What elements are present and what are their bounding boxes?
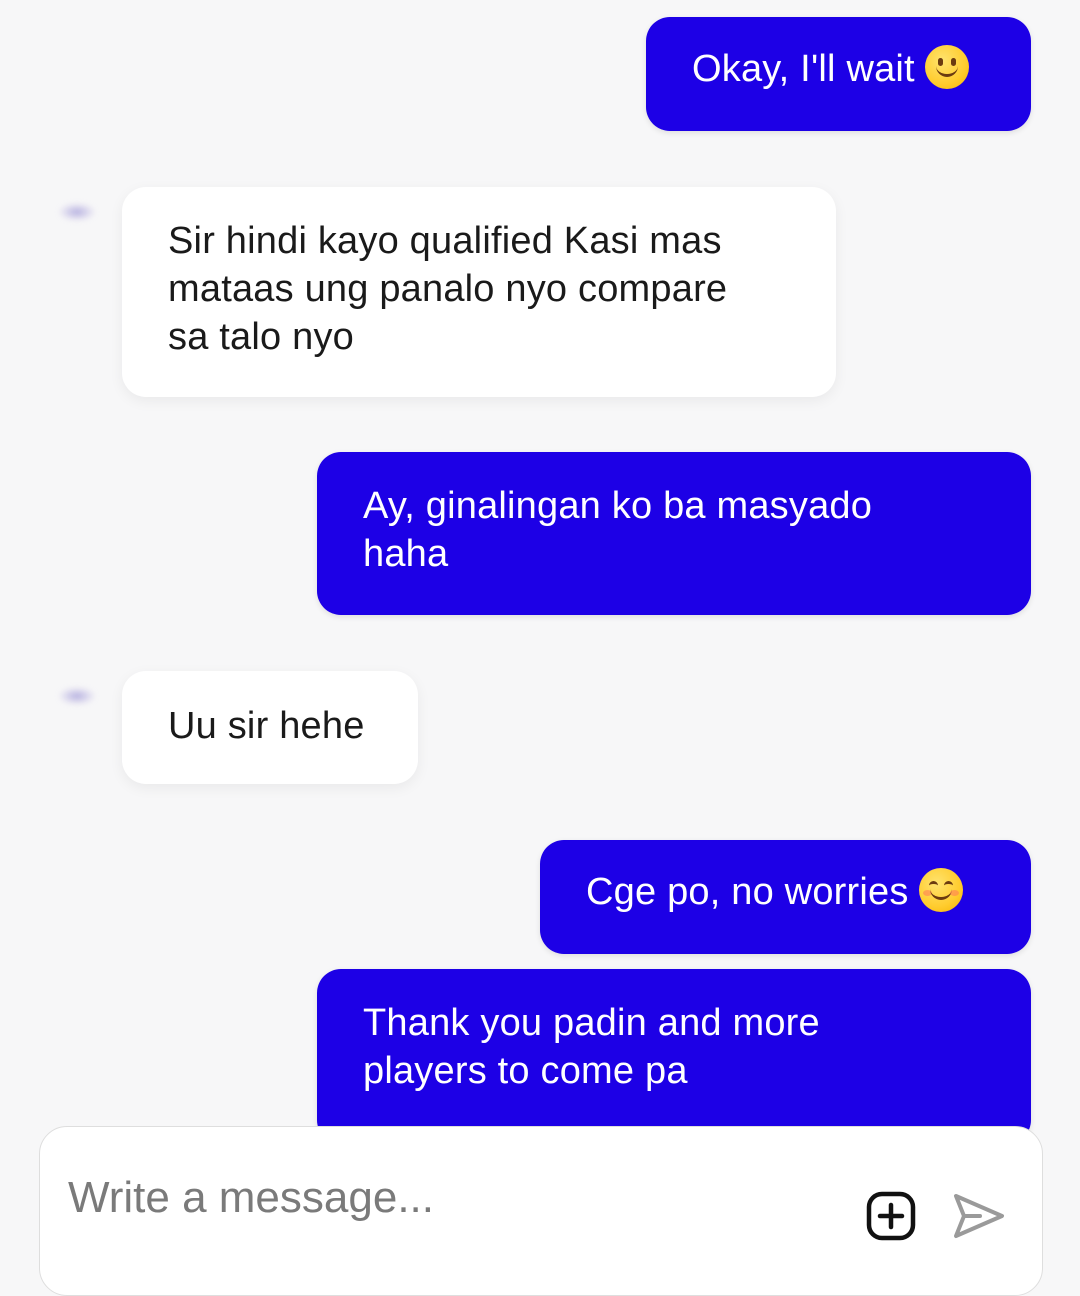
message-line: sa talo nyo [168, 316, 354, 358]
message-text: Uu sir hehe [168, 705, 365, 747]
message-line: Ay, ginalingan ko ba masyado [363, 485, 873, 527]
slightly-smiling-face-icon [924, 45, 969, 89]
chat-thread: Okay, I'll wait Sir hindi kayo qualified… [0, 0, 1080, 1296]
incoming-message[interactable]: Uu sir hehe [122, 671, 418, 784]
message-line: Thank you padin and more [363, 1002, 820, 1044]
plus-square-icon [866, 1191, 916, 1241]
message-line: players to come pa [363, 1050, 688, 1092]
outgoing-message[interactable]: Thank you padin and more players to come… [317, 969, 1031, 1144]
outgoing-message[interactable]: Cge po, no worries [540, 840, 1031, 954]
add-attachment-button[interactable] [866, 1191, 916, 1241]
message-line: Sir hindi kayo qualified Kasi mas [168, 220, 722, 262]
send-button[interactable] [952, 1191, 1006, 1241]
send-icon [954, 1194, 1004, 1238]
message-line: haha [363, 533, 449, 575]
smiling-face-with-smiling-eyes-icon [918, 868, 963, 912]
message-text: Okay, I'll wait [692, 48, 915, 90]
message-composer [39, 1126, 1043, 1296]
message-input[interactable] [66, 1167, 830, 1229]
message-line: mataas ung panalo nyo compare [168, 268, 728, 310]
incoming-message[interactable]: Sir hindi kayo qualified Kasi mas mataas… [122, 187, 836, 397]
avatar[interactable] [60, 688, 94, 704]
outgoing-message[interactable]: Ay, ginalingan ko ba masyado haha [317, 452, 1031, 615]
message-text: Cge po, no worries [586, 871, 909, 913]
avatar[interactable] [60, 204, 94, 220]
outgoing-message[interactable]: Okay, I'll wait [646, 17, 1031, 131]
